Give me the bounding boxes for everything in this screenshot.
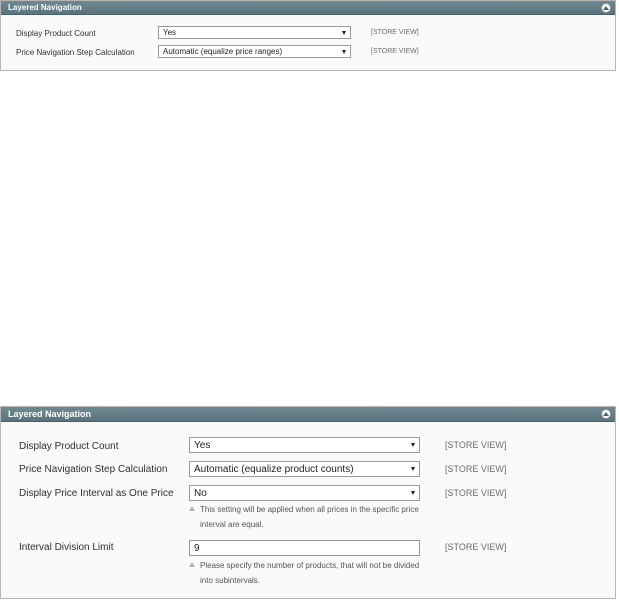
select-value: Automatic (equalize price ranges)	[163, 47, 283, 56]
collapse-up-icon[interactable]	[601, 409, 611, 419]
field-note: Please specify the number of products, t…	[189, 558, 429, 588]
scope-label: [STORE VIEW]	[445, 488, 507, 498]
chevron-down-icon	[411, 491, 415, 495]
field-note: This setting will be applied when all pr…	[189, 502, 429, 532]
input-value: 9	[194, 542, 200, 554]
panel-title: Layered Navigation	[8, 3, 82, 12]
display-product-count-label: Display Product Count	[19, 441, 119, 452]
note-arrow-icon	[189, 562, 195, 567]
scope-label: [STORE VIEW]	[445, 542, 507, 552]
select-value: Yes	[163, 28, 177, 37]
select-value: Automatic (equalize product counts)	[194, 463, 354, 475]
panel-header[interactable]: Layered Navigation	[1, 407, 615, 422]
note-arrow-icon	[189, 506, 195, 511]
layered-navigation-panel-top: Layered Navigation Display Product Count…	[0, 0, 616, 71]
select-value: Yes	[194, 439, 211, 451]
panel-title: Layered Navigation	[8, 409, 92, 419]
select-value: No	[194, 487, 207, 499]
display-product-count-label: Display Product Count	[16, 29, 96, 38]
layered-navigation-panel-bottom: Layered Navigation Display Product Count…	[0, 406, 616, 599]
scope-label: [STORE VIEW]	[445, 464, 507, 474]
panel-header[interactable]: Layered Navigation	[1, 1, 615, 15]
interval-division-limit-input[interactable]: 9	[189, 540, 420, 556]
price-navigation-step-select[interactable]: Automatic (equalize price ranges)	[158, 45, 351, 58]
chevron-down-icon	[342, 30, 346, 35]
collapse-up-icon[interactable]	[601, 2, 611, 13]
display-product-count-select[interactable]: Yes	[189, 437, 420, 453]
price-navigation-step-select[interactable]: Automatic (equalize product counts)	[189, 461, 420, 477]
display-price-interval-select[interactable]: No	[189, 485, 420, 501]
display-product-count-select[interactable]: Yes	[158, 26, 351, 39]
scope-label: [STORE VIEW]	[445, 440, 507, 450]
chevron-down-icon	[411, 467, 415, 471]
note-text: Please specify the number of products, t…	[200, 561, 420, 585]
interval-division-limit-label: Interval Division Limit	[19, 542, 114, 553]
scope-label: [STORE VIEW]	[371, 48, 419, 55]
chevron-down-icon	[342, 49, 346, 54]
price-navigation-step-label: Price Navigation Step Calculation	[19, 464, 168, 475]
scope-label: [STORE VIEW]	[371, 29, 419, 36]
note-text: This setting will be applied when all pr…	[200, 505, 419, 529]
chevron-down-icon	[411, 443, 415, 447]
price-navigation-step-label: Price Navigation Step Calculation	[16, 48, 135, 57]
display-price-interval-label: Display Price Interval as One Price	[19, 488, 174, 499]
